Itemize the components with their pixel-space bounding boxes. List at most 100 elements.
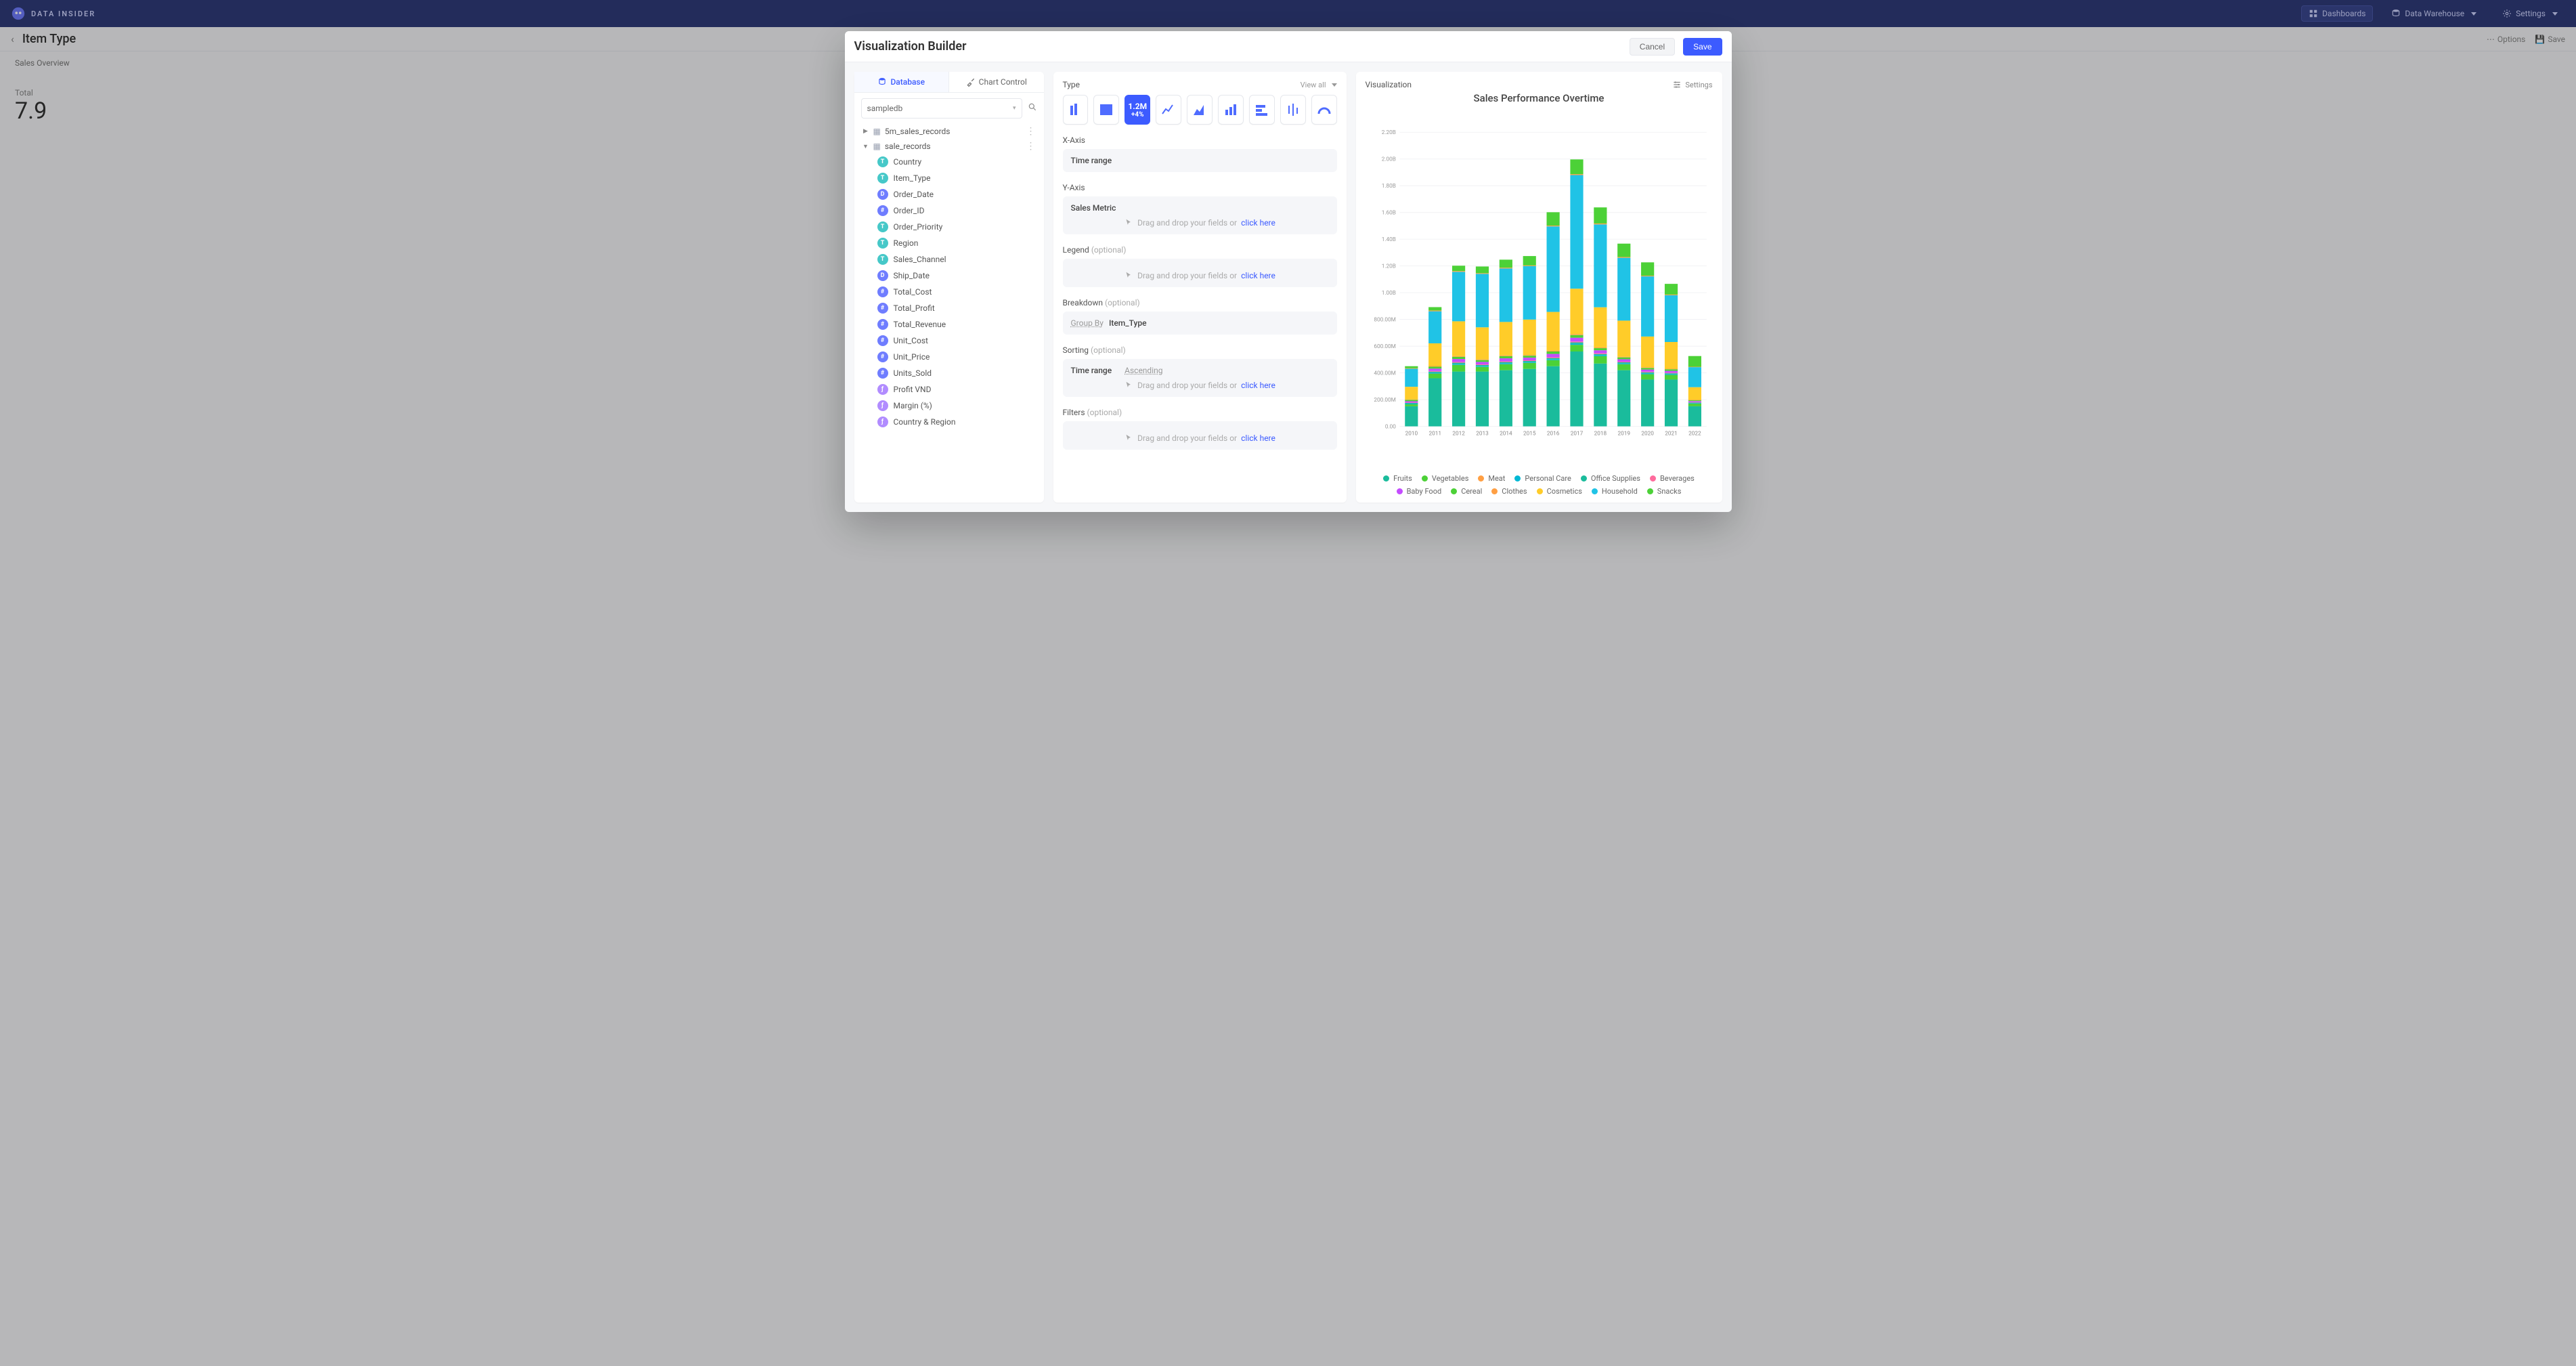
column-row[interactable]: ƒCountry & Region [858, 414, 1040, 430]
chart-type-candlestick[interactable] [1280, 95, 1306, 125]
type-badge: T [877, 254, 888, 265]
chevron-down-icon: ▾ [1013, 105, 1016, 112]
legend-item[interactable]: Vegetables [1422, 474, 1469, 483]
tables-tree: ▶▦5m_sales_records⋮▼▦sale_records⋮TCount… [854, 124, 1044, 434]
type-badge: # [877, 351, 888, 362]
column-row[interactable]: T Sales_Channel [858, 251, 1040, 268]
save-button[interactable]: Save [1683, 38, 1722, 56]
legend-item[interactable]: Cereal [1451, 487, 1482, 496]
svg-text:1.60B: 1.60B [1381, 209, 1395, 216]
click-here-link[interactable]: click here [1241, 271, 1275, 280]
chart-title: Sales Performance Overtime [1366, 92, 1713, 104]
sorting-dropzone[interactable]: Time range Ascending Drag and drop your … [1063, 359, 1337, 397]
legend-item[interactable]: Fruits [1383, 474, 1412, 483]
table-row[interactable]: ▶▦5m_sales_records⋮ [858, 124, 1040, 139]
svg-text:2014: 2014 [1500, 430, 1512, 437]
chart-type-column[interactable] [1063, 95, 1089, 125]
y-axis-label: Y-Axis [1063, 183, 1337, 192]
svg-text:400.00M: 400.00M [1374, 370, 1396, 377]
x-axis-dropzone[interactable]: Time range [1063, 149, 1337, 172]
column-name: Total_Cost [894, 287, 932, 297]
legend-item[interactable]: Clothes [1491, 487, 1527, 496]
column-row[interactable]: #Units_Sold [858, 365, 1040, 381]
type-badge: T [877, 238, 888, 249]
column-row[interactable]: # Total_Cost [858, 284, 1040, 300]
column-row[interactable]: TRegion [858, 235, 1040, 251]
click-here-link[interactable]: click here [1241, 381, 1275, 390]
database-panel: Database Chart Control sampledb ▾ [854, 72, 1044, 503]
column-row[interactable]: #Order_ID [858, 202, 1040, 219]
column-name: Country & Region [894, 417, 956, 427]
type-badge: ƒ [877, 384, 888, 395]
svg-text:2019: 2019 [1617, 430, 1630, 437]
breakdown-dropzone[interactable]: Group By Item_Type [1063, 312, 1337, 335]
svg-text:2013: 2013 [1476, 430, 1489, 437]
legend-item[interactable]: Meat [1478, 474, 1505, 483]
legend-item[interactable]: Beverages [1650, 474, 1695, 483]
column-row[interactable]: ƒProfit VND [858, 381, 1040, 398]
column-row[interactable]: #Unit_Cost [858, 333, 1040, 349]
x-axis-label: X-Axis [1063, 135, 1337, 145]
pointer-icon [1124, 218, 1133, 228]
type-badge: # [877, 335, 888, 346]
svg-text:2021: 2021 [1665, 430, 1678, 437]
column-row[interactable]: DShip_Date [858, 268, 1040, 284]
chart-type-hbar[interactable] [1249, 95, 1275, 125]
row-menu-icon[interactable]: ⋮ [1026, 128, 1036, 135]
search-icon[interactable] [1028, 102, 1037, 114]
viz-settings-button[interactable]: Settings [1672, 80, 1712, 89]
chevron-down-icon[interactable]: ▼ [863, 143, 869, 150]
chart-type-bar[interactable] [1218, 95, 1244, 125]
click-here-link[interactable]: click here [1241, 433, 1275, 443]
column-name: Country [894, 157, 922, 167]
svg-text:1.80B: 1.80B [1381, 183, 1395, 190]
chart-type-picker: 1.2M+4% [1063, 95, 1337, 125]
legend-dropzone[interactable]: Drag and drop your fields or click here [1063, 259, 1337, 287]
column-name: Sales_Channel [894, 255, 946, 264]
column-row[interactable]: TItem_Type [858, 170, 1040, 186]
svg-text:2.00B: 2.00B [1381, 156, 1395, 163]
legend-item[interactable]: Household [1592, 487, 1638, 496]
type-badge: # [877, 368, 888, 379]
chart-type-table[interactable] [1093, 95, 1119, 125]
column-row[interactable]: #Total_Profit [858, 300, 1040, 316]
column-row[interactable]: TCountry [858, 154, 1040, 170]
column-name: Order_Date [894, 190, 934, 199]
filters-dropzone[interactable]: Drag and drop your fields or click here [1063, 421, 1337, 450]
column-row[interactable]: #Unit_Price [858, 349, 1040, 365]
click-here-link[interactable]: click here [1241, 218, 1275, 228]
chevron-right-icon[interactable]: ▶ [863, 128, 869, 135]
column-row[interactable]: #Total_Revenue [858, 316, 1040, 333]
column-row[interactable]: TOrder_Priority [858, 219, 1040, 235]
column-row[interactable]: ƒMargin (%) [858, 398, 1040, 414]
visualization-panel: Visualization Settings Sales Performance… [1356, 72, 1722, 503]
view-all-types-link[interactable]: View all [1301, 81, 1337, 89]
chart-type-line[interactable] [1156, 95, 1181, 125]
legend-section-label: Legend (optional) [1063, 245, 1337, 255]
table-row[interactable]: ▼▦sale_records⋮ [858, 139, 1040, 154]
database-select[interactable]: sampledb ▾ [861, 98, 1022, 119]
table-icon: ▦ [873, 127, 881, 136]
tab-database[interactable]: Database [854, 72, 950, 92]
legend-item[interactable]: Snacks [1647, 487, 1682, 496]
chart-type-gauge[interactable] [1311, 95, 1337, 125]
chart-type-kpi[interactable]: 1.2M+4% [1125, 95, 1150, 125]
tools-icon [966, 77, 976, 87]
chart-legend: Fruits Vegetables Meat Personal Care Office … [1366, 471, 1713, 497]
type-badge: # [877, 286, 888, 297]
cancel-button[interactable]: Cancel [1630, 38, 1675, 56]
column-name: Total_Revenue [894, 320, 946, 329]
legend-item[interactable]: Cosmetics [1537, 487, 1582, 496]
row-menu-icon[interactable]: ⋮ [1026, 143, 1036, 150]
legend-item[interactable]: Baby Food [1397, 487, 1442, 496]
chart-type-area[interactable] [1187, 95, 1213, 125]
tab-chart-control[interactable]: Chart Control [949, 72, 1044, 92]
column-name: Item_Type [894, 173, 931, 183]
legend-item[interactable]: Personal Care [1514, 474, 1571, 483]
svg-text:0.00: 0.00 [1384, 423, 1395, 430]
viz-heading: Visualization [1366, 80, 1412, 89]
filters-section-label: Filters (optional) [1063, 408, 1337, 417]
column-row[interactable]: DOrder_Date [858, 186, 1040, 202]
legend-item[interactable]: Office Supplies [1581, 474, 1640, 483]
y-axis-dropzone[interactable]: Sales Metric Drag and drop your fields o… [1063, 196, 1337, 234]
